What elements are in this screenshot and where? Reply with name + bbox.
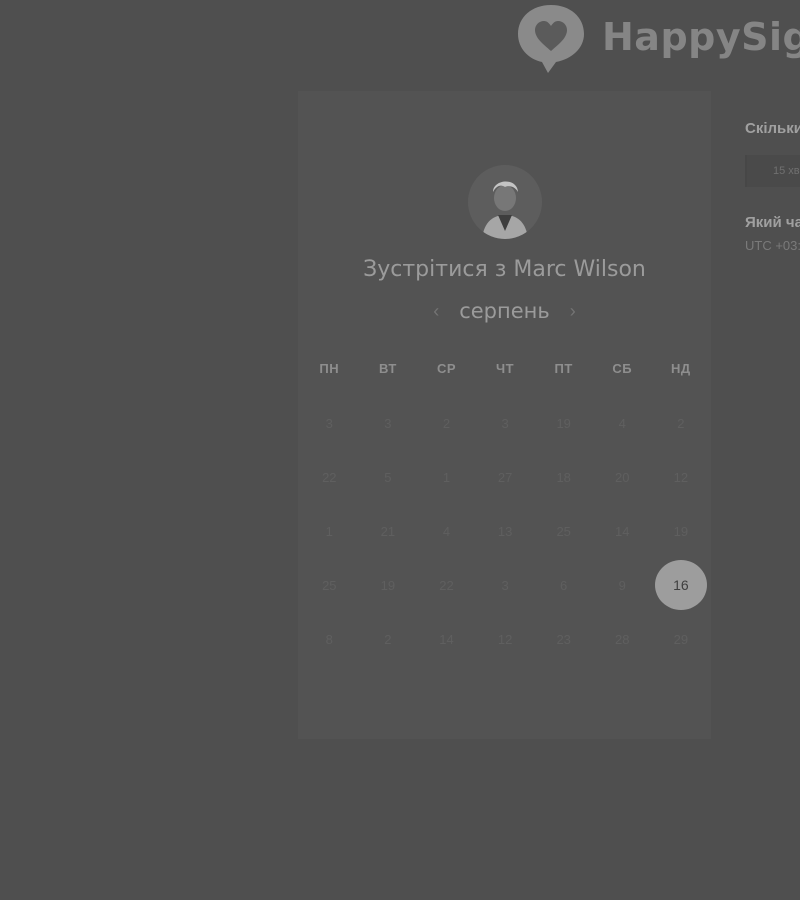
calendar-day: 14 — [439, 631, 454, 647]
calendar-day: 12 — [497, 631, 513, 647]
calendar-day: 19 — [556, 415, 571, 431]
calendar-day: 4 — [442, 523, 451, 539]
calendar-day: 25 — [556, 523, 571, 539]
calendar-day: 21 — [380, 523, 396, 539]
calendar-day: 4 — [618, 415, 626, 431]
calendar-day: 27 — [497, 469, 513, 485]
calendar-day: 6 — [560, 577, 568, 593]
weekday-header: ПН ВТ СР ЧТ ПТ СБ НД — [300, 361, 710, 376]
calendar-day: 14 — [615, 523, 630, 539]
calendar-day: 25 — [322, 577, 337, 593]
brand-logo[interactable]: HappySignals — [514, 0, 800, 76]
timezone-value[interactable]: UTC +03:00 — [745, 238, 800, 253]
calendar-day: 29 — [673, 631, 689, 647]
calendar-grid: 3 3 2 3 19 4 2 22 5 1 27 18 20 12 1 21 4… — [300, 396, 710, 666]
calendar-day: 1 — [442, 469, 451, 485]
month-navigation: ‹ серпень › — [298, 299, 711, 323]
calendar-day: 2 — [442, 415, 451, 431]
calendar-day: 2 — [677, 415, 685, 431]
weekday-label: ПН — [319, 361, 340, 376]
person-photo — [468, 165, 542, 239]
avatar — [468, 165, 542, 239]
heart-speech-bubble-icon — [518, 5, 584, 73]
chevron-right-icon[interactable]: › — [566, 302, 580, 320]
calendar-day: 3 — [501, 415, 509, 431]
timezone-label: Який час вам підходить? — [745, 214, 800, 231]
calendar-day: 1 — [325, 523, 333, 539]
calendar-card: Зустрітися з Marc Wilson ‹ серпень › ПН … — [298, 91, 711, 739]
calendar-day: 3 — [325, 415, 333, 431]
calendar-day: 13 — [497, 523, 513, 539]
booking-options-panel: Скільки часу вам потрібно? 15 хвилин Яки… — [745, 120, 800, 253]
weekday-label: НД — [671, 361, 691, 376]
calendar-day: 20 — [615, 469, 630, 485]
calendar-day: 22 — [439, 577, 454, 593]
weekday-label: ПТ — [554, 361, 573, 376]
month-label: серпень — [459, 299, 550, 323]
weekday-label: ЧТ — [496, 361, 515, 376]
duration-select[interactable]: 15 хвилин — [745, 155, 800, 187]
meeting-title: Зустрітися з Marc Wilson — [363, 257, 646, 282]
calendar-day: 5 — [384, 469, 392, 485]
calendar-day: 8 — [325, 631, 333, 647]
calendar-day: 22 — [322, 469, 337, 485]
calendar-day: 28 — [615, 631, 630, 647]
calendar-day: 2 — [384, 631, 392, 647]
chevron-left-icon[interactable]: ‹ — [429, 302, 443, 320]
calendar-day: 3 — [501, 577, 509, 593]
weekday-label: СР — [436, 361, 457, 376]
calendar-day: 18 — [556, 469, 571, 485]
calendar-day: 23 — [556, 631, 571, 647]
brand-name: HappySignals — [602, 15, 800, 59]
calendar-day: 3 — [384, 415, 392, 431]
calendar-day-selected[interactable]: 16 — [652, 558, 711, 612]
weekday-label: СБ — [612, 361, 633, 376]
calendar-day: 19 — [380, 577, 396, 593]
duration-label: Скільки часу вам потрібно? — [745, 120, 800, 137]
calendar-day: 12 — [673, 469, 689, 485]
booking-page: HappySignals Зустрітися з Marc Wilson ‹ … — [0, 0, 800, 900]
selected-day-label[interactable]: 16 — [654, 560, 707, 610]
calendar-day: 19 — [673, 523, 689, 539]
weekday-label: ВТ — [378, 361, 397, 376]
calendar-day: 9 — [618, 577, 626, 593]
